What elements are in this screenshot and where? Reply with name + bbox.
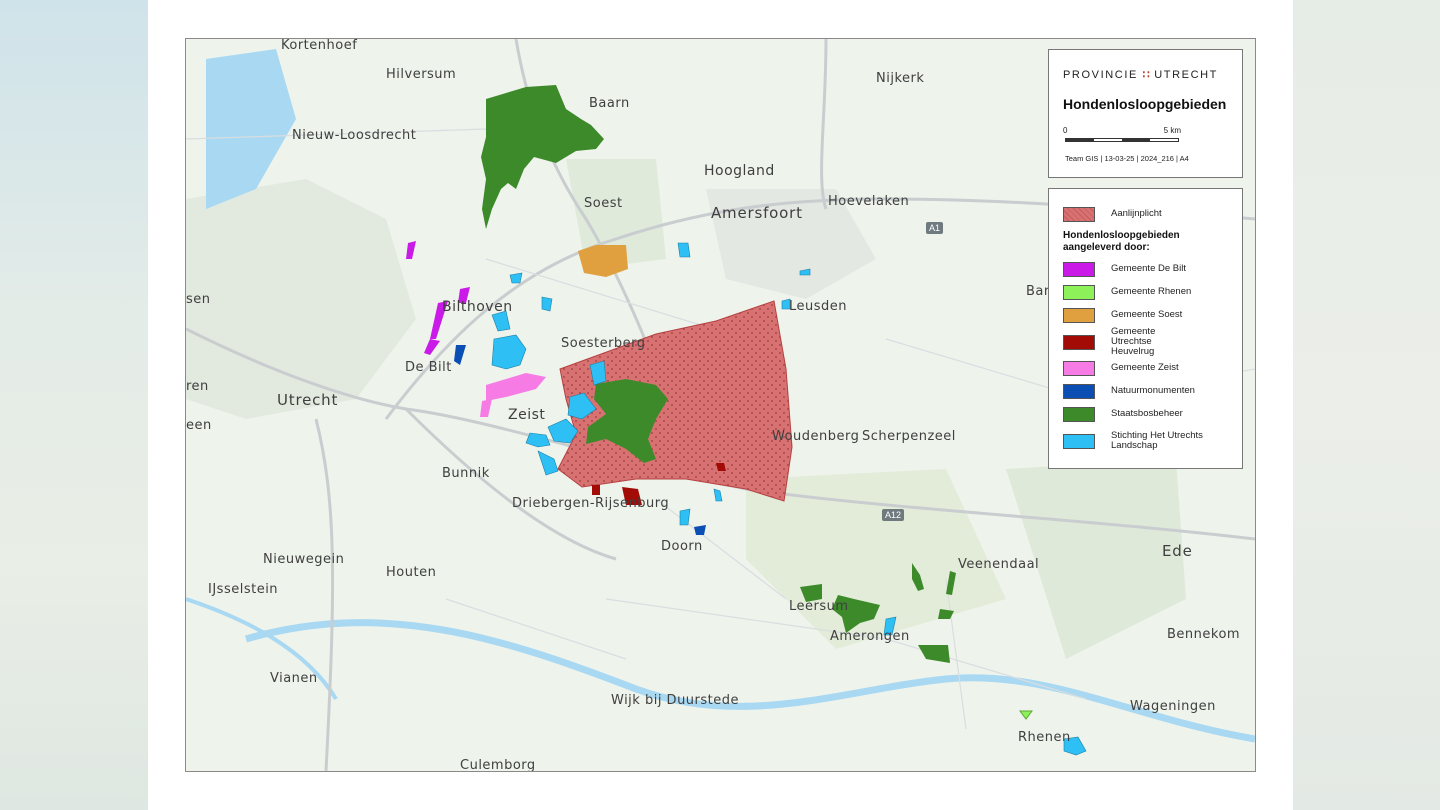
place-label: Wageningen: [1130, 699, 1216, 714]
logo-mark-icon: ∷: [1142, 69, 1150, 81]
place-label: Nieuwegein: [263, 552, 345, 567]
place-label: Utrecht: [277, 391, 339, 409]
place-label: Hoevelaken: [828, 194, 910, 209]
legend-label: Gemeente De Bilt: [1111, 263, 1186, 274]
place-label: Nieuw-Loosdrecht: [292, 128, 417, 143]
edge-place-label: Bar: [1026, 284, 1050, 299]
legend-item-aanlijnplicht: Aanlijnplicht: [1063, 204, 1162, 224]
place-label: Kortenhoef: [281, 38, 358, 53]
scale-end-label: 5 km: [1163, 126, 1181, 135]
place-label: Amersfoort: [711, 204, 803, 222]
legend-swatch: [1063, 284, 1095, 300]
place-label: Wijk bij Duurstede: [611, 693, 740, 708]
legend-swatch: [1063, 406, 1095, 422]
legend-swatch: [1063, 433, 1095, 449]
place-label: IJsselstein: [208, 582, 279, 597]
legend-item: Gemeente Zeist: [1063, 358, 1179, 378]
edge-place-label: een: [186, 418, 212, 433]
place-label: Bunnik: [442, 466, 490, 481]
place-label: Bennekom: [1167, 627, 1241, 642]
road-shield-a1: A1: [926, 222, 944, 234]
place-label: Leusden: [789, 299, 848, 314]
background-blur-right: [1292, 0, 1440, 810]
legend-label: Gemeente Rhenen: [1111, 286, 1192, 297]
place-label: Hilversum: [386, 67, 457, 82]
legend-label: Gemeente Soest: [1111, 309, 1183, 320]
legend-item: Staatsbosbeheer: [1063, 404, 1183, 424]
place-label: Amerongen: [830, 629, 910, 644]
place-label: Baarn: [589, 96, 630, 111]
place-label: Leersum: [789, 599, 849, 614]
legend-label: Stichting Het Utrechts Landschap: [1111, 430, 1203, 451]
place-label: Soest: [584, 196, 623, 211]
place-label: Ede: [1162, 542, 1193, 560]
legend-swatch: [1063, 261, 1095, 277]
legend-swatch: [1063, 206, 1095, 222]
place-label: Nijkerk: [876, 71, 925, 86]
place-label: Zeist: [508, 407, 546, 423]
legend-label: Staatsbosbeheer: [1111, 408, 1183, 419]
legend-item: Gemeente Soest: [1063, 305, 1182, 325]
place-label: Soesterberg: [561, 336, 646, 351]
edge-place-label: sen: [186, 292, 211, 307]
place-label: Culemborg: [460, 758, 536, 772]
place-label: Vianen: [270, 671, 318, 686]
legend-swatch: [1063, 307, 1095, 323]
map-credit: Team GIS | 13-03-25 | 2024_216 | A4: [1065, 154, 1189, 163]
legend-label: Gemeente Utrechtse Heuvelrug: [1111, 326, 1156, 357]
province-logo: PROVINCIE ∷ UTRECHT: [1063, 68, 1218, 81]
background-blur-left: [0, 0, 148, 810]
legend-label: Natuurmonumenten: [1111, 385, 1195, 396]
scale-bar: 0 5 km: [1063, 126, 1181, 146]
legend-swatch: [1063, 360, 1095, 376]
legend-heading: Hondenlosloopgebieden aangeleverd door:: [1063, 230, 1180, 253]
logo-word-utrecht: UTRECHT: [1154, 69, 1218, 81]
place-label: Bilthoven: [442, 299, 513, 315]
map-title-box: PROVINCIE ∷ UTRECHT Hondenlosloopgebiede…: [1048, 49, 1243, 178]
legend-label: Aanlijnplicht: [1111, 208, 1162, 219]
place-label: Doorn: [661, 539, 703, 554]
scale-start-label: 0: [1063, 126, 1068, 135]
place-label: De Bilt: [405, 360, 452, 375]
place-label: Houten: [386, 565, 437, 580]
legend-item: Gemeente Utrechtse Heuvelrug: [1063, 327, 1183, 357]
legend: Aanlijnplicht Hondenlosloopgebieden aang…: [1048, 188, 1243, 469]
place-label: Rhenen: [1018, 730, 1071, 745]
legend-item: Gemeente De Bilt: [1063, 259, 1186, 279]
legend-item: Gemeente Rhenen: [1063, 282, 1191, 302]
road-shield-a12: A12: [882, 509, 905, 521]
logo-word-province: PROVINCIE: [1063, 69, 1138, 81]
place-label: Scherpenzeel: [862, 429, 956, 444]
legend-label: Gemeente Zeist: [1111, 362, 1179, 373]
map-title: Hondenlosloopgebieden: [1063, 96, 1227, 112]
place-label: Woudenberg: [772, 429, 860, 444]
legend-item: Stichting Het Utrechts Landschap: [1063, 431, 1223, 451]
place-label: Hoogland: [704, 163, 775, 179]
place-label: Driebergen-Rijsenburg: [512, 496, 670, 511]
legend-swatch: [1063, 334, 1095, 350]
place-label: Veenendaal: [958, 557, 1040, 572]
edge-place-label: ren: [186, 379, 209, 394]
scale-bar-graphic: [1065, 138, 1179, 142]
legend-item: Natuurmonumenten: [1063, 381, 1195, 401]
legend-swatch: [1063, 383, 1095, 399]
